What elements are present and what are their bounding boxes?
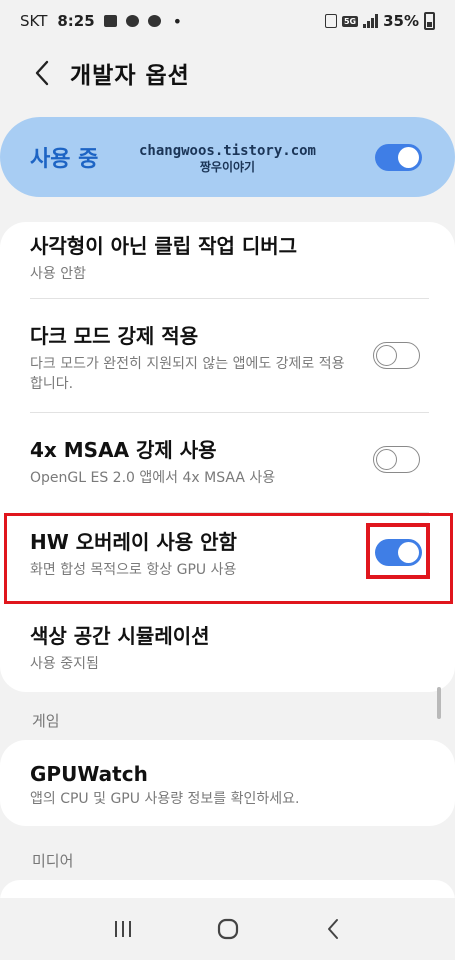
highlight-box-toggle: [366, 523, 430, 579]
clock: 8:25: [57, 12, 95, 30]
toggle-knob: [398, 147, 419, 168]
setting-subtitle: 다크 모드가 완전히 지원되지 않는 앱에도 강제로 적용합니다.: [30, 356, 345, 392]
toggle-knob: [376, 344, 397, 366]
toggle-knob: [376, 448, 397, 470]
section-label-game: 게임: [32, 712, 60, 730]
setting-gpuwatch[interactable]: GPUWatch 앱의 CPU 및 GPU 사용량 정보를 확인하세요.: [30, 762, 425, 809]
message-notification-icon: [125, 15, 139, 27]
status-bar: SKT 8:25 • 5G 35%: [0, 0, 455, 42]
setting-title: 색상 공간 시뮬레이션: [30, 624, 210, 648]
gallery-notification-icon: [103, 15, 117, 27]
setting-force-dark-mode[interactable]: 다크 모드 강제 적용 다크 모드가 완전히 지원되지 않는 앱에도 강제로 적…: [30, 320, 345, 394]
game-settings-card: GPUWatch 앱의 CPU 및 GPU 사용량 정보를 확인하세요.: [0, 740, 455, 826]
developer-options-master-switch[interactable]: 사용 중 changwoos.tistory.com 짱우이야기: [0, 117, 455, 197]
setting-title: 4x MSAA 강제 사용: [30, 438, 217, 462]
chat-notification-icon: [147, 15, 161, 27]
carrier-label: SKT: [20, 12, 48, 30]
setting-subtitle: 앱의 CPU 및 GPU 사용량 정보를 확인하세요.: [30, 791, 300, 807]
more-notifications-icon: •: [172, 11, 183, 31]
page-title: 개발자 옵션: [70, 63, 190, 89]
status-right: 5G 35%: [324, 12, 435, 30]
signal-icon: [363, 14, 379, 28]
force-4x-msaa-toggle[interactable]: [373, 446, 420, 473]
home-icon: [217, 918, 238, 940]
setting-subtitle: 사용 중지됨: [30, 656, 99, 672]
recents-icon: [114, 921, 131, 937]
chevron-left-icon: [35, 60, 49, 86]
force-dark-mode-toggle[interactable]: [373, 342, 420, 369]
divider: [30, 298, 429, 299]
scrollbar[interactable]: [437, 687, 441, 719]
status-left: SKT 8:25 •: [20, 12, 182, 31]
battery-icon: [424, 12, 435, 30]
setting-force-4x-msaa[interactable]: 4x MSAA 강제 사용 OpenGL ES 2.0 앱에서 4x MSAA …: [30, 434, 345, 488]
navigation-bar: [0, 898, 455, 960]
master-toggle[interactable]: [375, 144, 422, 171]
lock-icon: [324, 14, 337, 28]
setting-simulate-color-space[interactable]: 색상 공간 시뮬레이션 사용 중지됨: [30, 620, 425, 674]
section-label-media: 미디어: [32, 852, 74, 870]
network-type-badge: 5G: [341, 15, 359, 27]
divider: [30, 412, 429, 413]
battery-percent: 35%: [383, 12, 419, 30]
settings-card-drawing: 사각형이 아닌 클립 작업 디버그 사용 안함 다크 모드 강제 적용 다크 모…: [0, 222, 455, 692]
nav-back-button[interactable]: [313, 909, 353, 949]
setting-title: 사각형이 아닌 클립 작업 디버그: [30, 234, 298, 258]
setting-subtitle: OpenGL ES 2.0 앱에서 4x MSAA 사용: [30, 470, 276, 486]
setting-title: 다크 모드 강제 적용: [30, 324, 199, 348]
setting-title: GPUWatch: [30, 762, 148, 786]
setting-subtitle: 사용 안함: [30, 266, 86, 282]
home-button[interactable]: [208, 909, 248, 949]
recents-button[interactable]: [103, 909, 143, 949]
setting-non-rect-clip-debug[interactable]: 사각형이 아닌 클립 작업 디버그 사용 안함: [30, 230, 425, 284]
back-icon: [327, 919, 338, 939]
app-bar: 개발자 옵션: [0, 50, 455, 96]
back-button[interactable]: [22, 53, 62, 93]
